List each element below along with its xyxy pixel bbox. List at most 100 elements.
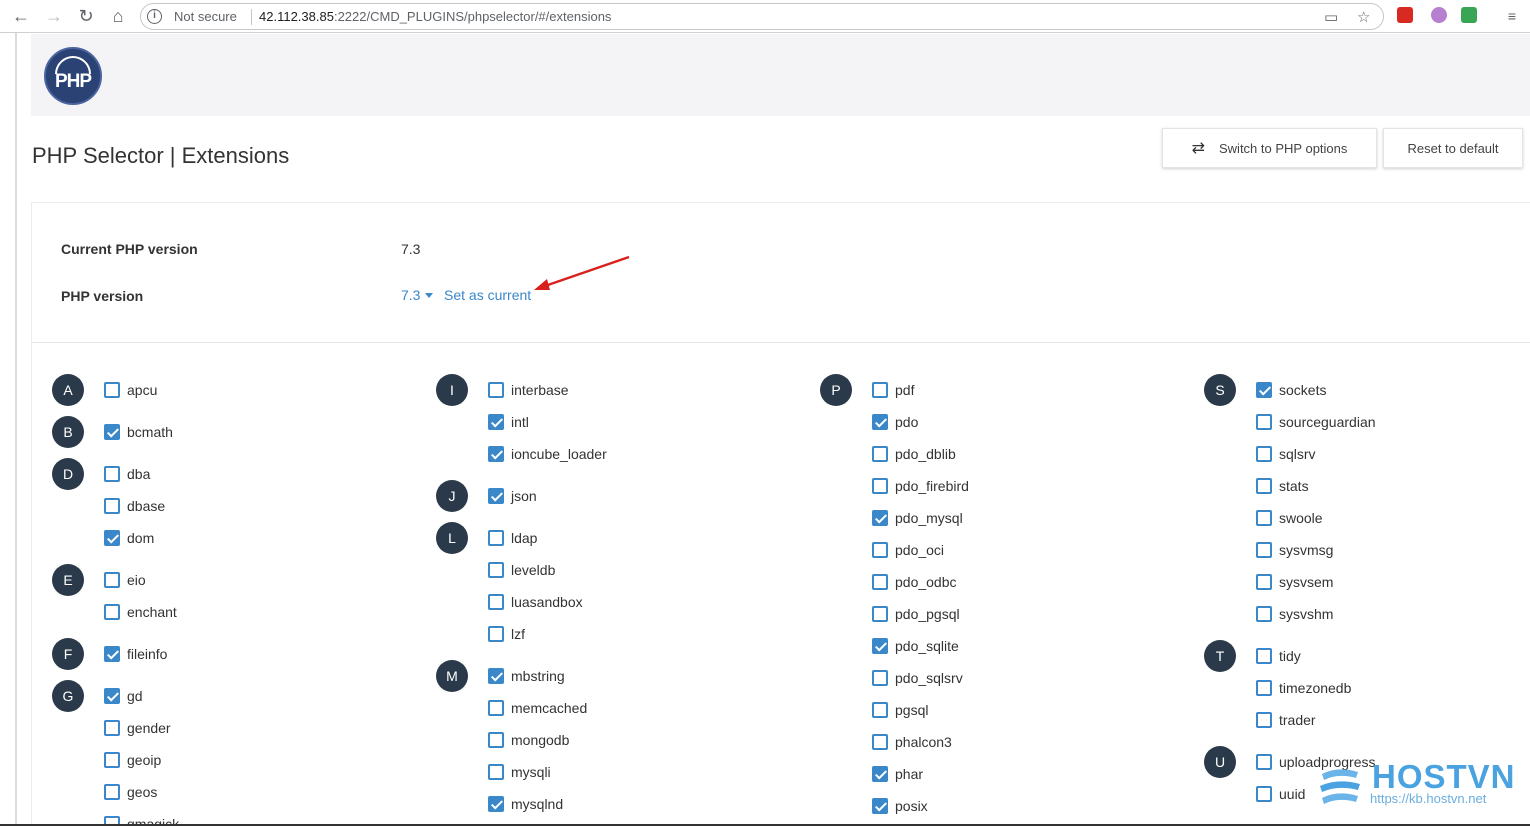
extension-checkbox[interactable]	[872, 638, 888, 654]
extension-leveldb[interactable]: leveldb	[488, 560, 555, 580]
extension-checkbox[interactable]	[872, 670, 888, 686]
extension-checkbox[interactable]	[872, 766, 888, 782]
url-text[interactable]: 42.112.38.85:2222/CMD_PLUGINS/phpselecto…	[259, 9, 611, 24]
extension-checkbox[interactable]	[872, 702, 888, 718]
bookmark-star-icon[interactable]: ☆	[1357, 8, 1370, 26]
extension-stats[interactable]: stats	[1256, 476, 1309, 496]
extension-dom[interactable]: dom	[104, 528, 154, 548]
extension-intl[interactable]: intl	[488, 412, 529, 432]
extension-checkbox[interactable]	[872, 542, 888, 558]
extension-checkbox[interactable]	[104, 530, 120, 546]
extension-checkbox[interactable]	[488, 626, 504, 642]
extension-pdo-dblib[interactable]: pdo_dblib	[872, 444, 956, 464]
extension-pdf[interactable]: pdf	[872, 380, 914, 400]
set-as-current-link[interactable]: Set as current	[444, 287, 531, 303]
extension-sysvshm[interactable]: sysvshm	[1256, 604, 1333, 624]
forward-arrow-icon[interactable]: →	[42, 4, 66, 28]
extension-pdo-odbc[interactable]: pdo_odbc	[872, 572, 957, 592]
extension-checkbox[interactable]	[488, 562, 504, 578]
back-arrow-icon[interactable]: ←	[9, 4, 33, 28]
extension-checkbox[interactable]	[1256, 754, 1272, 770]
extension-fileinfo[interactable]: fileinfo	[104, 644, 167, 664]
extension-checkbox[interactable]	[104, 688, 120, 704]
extension-ioncube-loader[interactable]: ioncube_loader	[488, 444, 607, 464]
extension-dbase[interactable]: dbase	[104, 496, 165, 516]
extension-checkbox[interactable]	[104, 604, 120, 620]
extension-checkbox[interactable]	[872, 734, 888, 750]
switch-to-php-options-button[interactable]: ⇄ Switch to PHP options	[1162, 128, 1377, 168]
extension-checkbox[interactable]	[1256, 606, 1272, 622]
extension-gender[interactable]: gender	[104, 718, 171, 738]
extension-trader[interactable]: trader	[1256, 710, 1316, 730]
extension-checkbox[interactable]	[872, 478, 888, 494]
extension-checkbox[interactable]	[1256, 574, 1272, 590]
php-version-dropdown[interactable]: 7.3	[401, 287, 434, 303]
extension-checkbox[interactable]	[488, 668, 504, 684]
home-icon[interactable]: ⌂	[106, 4, 130, 28]
extension-geoip[interactable]: geoip	[104, 750, 161, 770]
cast-icon[interactable]: ▭	[1324, 8, 1338, 26]
extension-checkbox[interactable]	[1256, 510, 1272, 526]
extension-swoole[interactable]: swoole	[1256, 508, 1323, 528]
extension-checkbox[interactable]	[1256, 648, 1272, 664]
extension-checkbox[interactable]	[1256, 786, 1272, 802]
extension-sysvsem[interactable]: sysvsem	[1256, 572, 1333, 592]
extension-pdo-firebird[interactable]: pdo_firebird	[872, 476, 969, 496]
extension-checkbox[interactable]	[1256, 446, 1272, 462]
extension-dba[interactable]: dba	[104, 464, 150, 484]
info-icon[interactable]: i	[147, 9, 162, 24]
extension-sockets[interactable]: sockets	[1256, 380, 1326, 400]
extension-pdo-sqlite[interactable]: pdo_sqlite	[872, 636, 959, 656]
extension-ldap[interactable]: ldap	[488, 528, 537, 548]
extension-checkbox[interactable]	[104, 572, 120, 588]
extension-checkbox[interactable]	[872, 798, 888, 814]
extension-gd[interactable]: gd	[104, 686, 143, 706]
extension-uuid[interactable]: uuid	[1256, 784, 1305, 804]
extension-checkbox[interactable]	[488, 764, 504, 780]
extension-checkbox[interactable]	[1256, 680, 1272, 696]
extension-mysqli[interactable]: mysqli	[488, 762, 551, 782]
extension-checkbox[interactable]	[488, 732, 504, 748]
extension-checkbox[interactable]	[872, 414, 888, 430]
extension-checkbox[interactable]	[872, 510, 888, 526]
reload-icon[interactable]: ↻	[74, 4, 98, 28]
extension-pdo-sqlsrv[interactable]: pdo_sqlsrv	[872, 668, 963, 688]
extension-mbstring[interactable]: mbstring	[488, 666, 565, 686]
extension-pgsql[interactable]: pgsql	[872, 700, 928, 720]
extension-checkbox[interactable]	[488, 594, 504, 610]
extension-checkbox[interactable]	[488, 530, 504, 546]
extension-tidy[interactable]: tidy	[1256, 646, 1301, 666]
reset-to-default-button[interactable]: Reset to default	[1383, 128, 1523, 168]
menu-icon[interactable]: ≡	[1500, 4, 1524, 28]
extension-phalcon3[interactable]: phalcon3	[872, 732, 952, 752]
extension-pdo-mysql[interactable]: pdo_mysql	[872, 508, 963, 528]
extension-lzf[interactable]: lzf	[488, 624, 525, 644]
extension-mysqlnd[interactable]: mysqlnd	[488, 794, 563, 814]
extension-timezonedb[interactable]: timezonedb	[1256, 678, 1351, 698]
extension-sqlsrv[interactable]: sqlsrv	[1256, 444, 1316, 464]
extension-interbase[interactable]: interbase	[488, 380, 569, 400]
green-extension-icon[interactable]	[1461, 7, 1477, 23]
extension-checkbox[interactable]	[104, 720, 120, 736]
extension-checkbox[interactable]	[872, 606, 888, 622]
extension-checkbox[interactable]	[104, 382, 120, 398]
extension-checkbox[interactable]	[1256, 414, 1272, 430]
extension-checkbox[interactable]	[104, 784, 120, 800]
address-bar[interactable]: i Not secure 42.112.38.85:2222/CMD_PLUGI…	[140, 3, 1384, 30]
extension-pdo-oci[interactable]: pdo_oci	[872, 540, 944, 560]
extension-json[interactable]: json	[488, 486, 537, 506]
purple-extension-icon[interactable]	[1431, 7, 1447, 23]
extension-checkbox[interactable]	[104, 752, 120, 768]
extension-checkbox[interactable]	[488, 414, 504, 430]
extension-luasandbox[interactable]: luasandbox	[488, 592, 583, 612]
extension-phar[interactable]: phar	[872, 764, 923, 784]
extension-sourceguardian[interactable]: sourceguardian	[1256, 412, 1376, 432]
extension-pdo-pgsql[interactable]: pdo_pgsql	[872, 604, 960, 624]
extension-checkbox[interactable]	[1256, 712, 1272, 728]
extension-checkbox[interactable]	[872, 446, 888, 462]
extension-checkbox[interactable]	[488, 446, 504, 462]
extension-checkbox[interactable]	[872, 382, 888, 398]
extension-checkbox[interactable]	[1256, 382, 1272, 398]
extension-checkbox[interactable]	[488, 382, 504, 398]
extension-checkbox[interactable]	[104, 424, 120, 440]
